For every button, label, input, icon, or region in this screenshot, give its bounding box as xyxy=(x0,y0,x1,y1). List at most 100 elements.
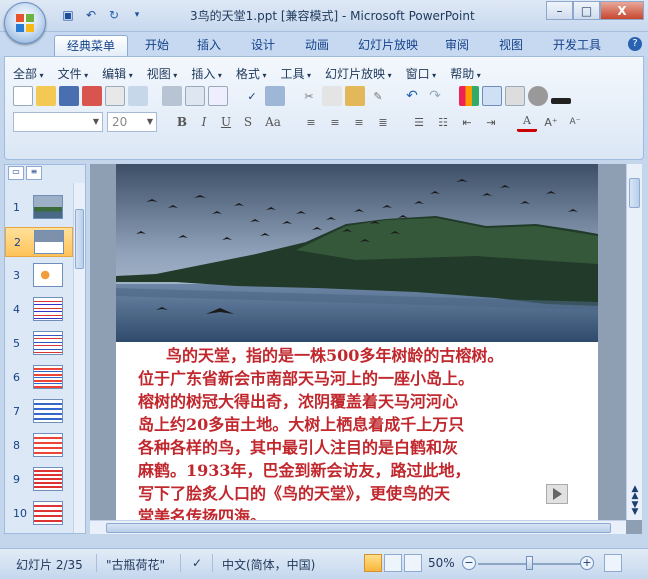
menu-edit[interactable]: 编辑 xyxy=(102,65,133,81)
spelling-icon[interactable]: ✓ xyxy=(242,86,262,106)
slide-thumbnail[interactable]: 7 xyxy=(5,397,73,427)
menu-view[interactable]: 视图 xyxy=(147,65,178,81)
chevron-down-icon[interactable]: ▼ xyxy=(144,113,156,131)
table-icon[interactable] xyxy=(482,86,502,106)
language-indicator[interactable]: 中文(简体，中国) xyxy=(222,556,315,573)
tab-slideshow[interactable]: 幻灯片放映 xyxy=(348,35,428,56)
help-icon[interactable]: ? xyxy=(628,37,642,51)
pdf-icon[interactable] xyxy=(128,86,148,106)
redo-icon[interactable]: ↷ xyxy=(425,86,445,106)
shadow-button[interactable]: S xyxy=(239,112,257,132)
next-slide-icon[interactable]: ▼ ▼ xyxy=(629,501,641,517)
spell-check-icon[interactable]: ✓ xyxy=(192,556,202,570)
undo-icon[interactable]: ↶ xyxy=(81,6,101,24)
minimize-button[interactable]: – xyxy=(546,1,573,20)
save-icon[interactable]: ▣ xyxy=(58,6,78,24)
shrink-font-icon[interactable]: A⁻ xyxy=(565,112,585,132)
slides-tab[interactable]: ▭ xyxy=(8,166,24,180)
qat-customize-icon[interactable]: ▾ xyxy=(127,6,147,24)
scroll-thumb[interactable] xyxy=(75,209,84,269)
menu-window[interactable]: 窗口 xyxy=(406,65,437,81)
slide-thumbnail[interactable]: 5 xyxy=(5,329,73,359)
slide-body-text[interactable]: 鸟的天堂，指的是一株500多年树龄的古榕树。 位于广东省新会市南部天马河上的一座… xyxy=(138,344,598,520)
slide-thumbnail[interactable]: 9 xyxy=(5,465,73,495)
print-preview-icon[interactable] xyxy=(185,86,205,106)
chart-icon[interactable] xyxy=(459,86,479,106)
format-painter-icon[interactable]: ✎ xyxy=(368,86,388,106)
menu-tools[interactable]: 工具 xyxy=(280,65,311,81)
slide-thumbnail[interactable]: 2 xyxy=(5,227,73,257)
chevron-down-icon[interactable]: ▼ xyxy=(90,113,102,131)
copy-icon[interactable] xyxy=(322,86,342,106)
email-icon[interactable] xyxy=(105,86,125,106)
zoom-out-button[interactable]: − xyxy=(462,556,476,570)
zoom-slider-thumb[interactable] xyxy=(526,556,533,570)
print-icon[interactable] xyxy=(162,86,182,106)
outline-tab[interactable]: ≡ xyxy=(26,166,42,180)
new-icon[interactable] xyxy=(13,86,33,106)
justify-icon[interactable]: ≣ xyxy=(373,112,393,132)
research-icon[interactable] xyxy=(265,86,285,106)
cut-icon[interactable]: ✂ xyxy=(299,86,319,106)
slides-pane-scrollbar[interactable] xyxy=(73,183,85,533)
align-left-icon[interactable]: ≡ xyxy=(301,112,321,132)
zoom-in-button[interactable]: + xyxy=(580,556,594,570)
align-right-icon[interactable]: ≡ xyxy=(349,112,369,132)
slide-horizontal-scrollbar[interactable] xyxy=(90,520,626,534)
close-button[interactable]: X xyxy=(600,1,644,20)
slide-thumbnail[interactable]: 8 xyxy=(5,431,73,461)
layout-icon[interactable] xyxy=(208,86,228,106)
bullets-icon[interactable]: ☰ xyxy=(409,112,429,132)
undo-icon[interactable]: ↶ xyxy=(402,86,422,106)
slide-vertical-scrollbar[interactable]: ▲ ▲ ▼ ▼ xyxy=(626,164,642,520)
menu-slideshow[interactable]: 幻灯片放映 xyxy=(325,65,392,81)
increase-indent-icon[interactable]: ⇥ xyxy=(481,112,501,132)
bold-button[interactable]: B xyxy=(173,112,191,132)
menu-format[interactable]: 格式 xyxy=(236,65,267,81)
grow-font-icon[interactable]: A⁺ xyxy=(541,112,561,132)
tab-developer[interactable]: 开发工具 xyxy=(544,35,610,56)
office-button[interactable] xyxy=(4,2,46,44)
font-size-combo[interactable]: 20 ▼ xyxy=(107,112,157,132)
menu-file[interactable]: 文件 xyxy=(58,65,89,81)
tab-insert[interactable]: 插入 xyxy=(188,35,230,56)
fill-icon[interactable] xyxy=(551,98,571,104)
open-icon[interactable] xyxy=(36,86,56,106)
tab-view[interactable]: 视图 xyxy=(488,35,534,56)
font-color-icon[interactable]: A xyxy=(517,112,537,132)
fit-to-window-icon[interactable] xyxy=(604,554,622,572)
slide-sorter-button[interactable] xyxy=(384,554,402,572)
scroll-thumb[interactable] xyxy=(629,178,640,208)
slide-thumbnail[interactable]: 4 xyxy=(5,295,73,325)
color-grayscale-icon[interactable] xyxy=(505,86,525,106)
tab-classic-menu[interactable]: 经典菜单 xyxy=(54,35,128,56)
decrease-indent-icon[interactable]: ⇤ xyxy=(457,112,477,132)
menu-insert[interactable]: 插入 xyxy=(191,65,222,81)
menu-all[interactable]: 全部 xyxy=(13,65,44,81)
scroll-thumb[interactable] xyxy=(106,523,611,533)
slide-thumbnail[interactable]: 6 xyxy=(5,363,73,393)
tab-design[interactable]: 设计 xyxy=(240,35,286,56)
save-icon[interactable] xyxy=(59,86,79,106)
slideshow-view-button[interactable] xyxy=(404,554,422,572)
tab-home[interactable]: 开始 xyxy=(136,35,178,56)
zoom-icon[interactable] xyxy=(528,86,548,106)
slide-thumbnail[interactable]: 1 xyxy=(5,193,73,223)
normal-view-button[interactable] xyxy=(364,554,382,572)
maximize-button[interactable]: □ xyxy=(573,1,600,20)
tab-review[interactable]: 审阅 xyxy=(436,35,478,56)
font-name-combo[interactable]: ▼ xyxy=(13,112,103,132)
permission-icon[interactable] xyxy=(82,86,102,106)
zoom-level[interactable]: 50% xyxy=(428,556,455,570)
change-case-button[interactable]: Aa xyxy=(261,112,285,132)
paste-icon[interactable] xyxy=(345,86,365,106)
slide-thumbnail[interactable]: 10 xyxy=(5,499,73,529)
menu-help[interactable]: 帮助 xyxy=(450,65,481,81)
current-slide[interactable]: 鸟的天堂，指的是一株500多年树龄的古榕树。 位于广东省新会市南部天马河上的一座… xyxy=(116,164,598,520)
slide-thumbnail[interactable]: 3 xyxy=(5,261,73,291)
align-center-icon[interactable]: ≡ xyxy=(325,112,345,132)
italic-button[interactable]: I xyxy=(195,112,213,132)
previous-slide-icon[interactable]: ▲ ▲ xyxy=(629,485,641,501)
numbering-icon[interactable]: ☷ xyxy=(433,112,453,132)
underline-button[interactable]: U xyxy=(217,112,235,132)
